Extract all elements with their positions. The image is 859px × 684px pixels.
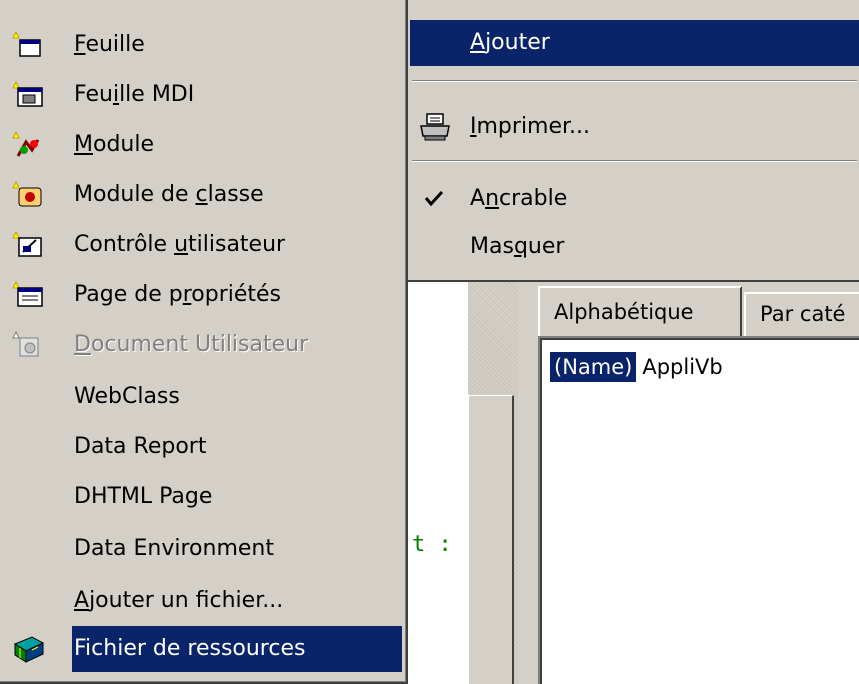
submenu-label: Data Report	[74, 434, 207, 459]
tab-par-categorie[interactable]: Par caté	[744, 292, 859, 336]
property-grid[interactable]	[538, 336, 859, 684]
menu-mnemonic: A	[470, 30, 486, 55]
vertical-scrollbar[interactable]	[468, 395, 514, 684]
submenu-item-data-report[interactable]: Data Report	[8, 424, 402, 470]
menu-item-masquer[interactable]: Masquer	[410, 224, 859, 270]
submenu-item-page-de-proprietes[interactable]: Page de propriétés	[8, 272, 402, 318]
submenu-label-post: odule	[92, 132, 154, 157]
submenu-label-pre: Feu	[74, 82, 113, 107]
submenu-label-post: lasse	[207, 182, 264, 207]
submenu-label-post: ocument Utilisateur	[90, 332, 309, 357]
submenu-label-pre: Page de p	[74, 282, 183, 307]
property-name: (Name)	[550, 352, 637, 382]
submenu-item-document-utilisateur: Document Utilisateur	[8, 322, 402, 368]
user-control-icon	[12, 230, 42, 257]
submenu-mnemonic: c	[195, 182, 208, 207]
menu-label-post: jouter	[485, 30, 550, 55]
class-module-icon	[12, 180, 42, 207]
submenu-label: Data Environment	[74, 536, 274, 561]
property-page-icon	[12, 280, 43, 307]
menu-mnemonic: n	[485, 186, 500, 211]
menu-label-post: uer	[527, 234, 565, 259]
submenu-label: WebClass	[74, 384, 180, 409]
property-row-name[interactable]: (Name) AppliVb	[550, 352, 729, 382]
form-icon	[12, 30, 41, 57]
tab-par-categorie-label: Par caté	[760, 302, 846, 326]
submenu-label: Fichier de ressources	[74, 636, 306, 661]
menu-label-pre: A	[470, 186, 486, 211]
submenu-item-dhtml-page[interactable]: DHTML Page	[8, 474, 402, 520]
submenu-label-post: euille	[85, 32, 145, 57]
tab-alphabetique[interactable]: Alphabétique	[538, 286, 742, 336]
submenu-mnemonic: D	[74, 332, 91, 357]
submenu-label-pre: Contrôle	[74, 232, 175, 257]
code-editor[interactable]	[408, 282, 468, 684]
submenu-item-ajouter-un-fichier[interactable]: Ajouter un fichier...	[8, 578, 402, 624]
menu-label-pre: Mas	[470, 234, 514, 259]
submenu-item-data-environment[interactable]: Data Environment	[8, 526, 402, 572]
tab-alphabetique-label: Alphabétique	[554, 300, 694, 324]
submenu-item-module-de-classe[interactable]: Module de classe	[8, 172, 402, 218]
printer-icon	[420, 113, 450, 141]
submenu-item-fichier-de-ressources[interactable]: Fichier de ressources	[8, 626, 402, 672]
user-document-icon	[12, 330, 39, 357]
submenu-label: DHTML Page	[74, 484, 213, 509]
menu-item-imprimer[interactable]: Imprimer...	[410, 104, 859, 150]
resource-file-icon	[13, 636, 45, 663]
submenu-mnemonic: M	[74, 132, 93, 157]
submenu-mnemonic: r	[182, 282, 192, 307]
submenu-mnemonic: u	[174, 232, 189, 257]
menu-label-post: mprimer...	[476, 114, 591, 139]
menu-item-ancrable[interactable]: Ancrable	[410, 176, 859, 222]
mdi-form-icon	[12, 80, 43, 107]
submenu-label-pre: Module de	[74, 182, 196, 207]
menu-mnemonic: q	[513, 234, 528, 259]
submenu-mnemonic: A	[74, 588, 90, 613]
submenu-label-post: opriétés	[191, 282, 282, 307]
menu-separator	[412, 80, 857, 82]
submenu-label-post: tilisateur	[188, 232, 286, 257]
submenu-item-module[interactable]: Module	[8, 122, 402, 168]
submenu-item-feuille[interactable]: Feuille	[8, 22, 402, 68]
submenu-label-post: lle MDI	[119, 82, 195, 107]
submenu-mnemonic: F	[74, 32, 86, 57]
property-value[interactable]: AppliVb	[636, 352, 728, 382]
code-fragment: t :	[412, 532, 452, 557]
menu-separator	[412, 160, 857, 162]
submenu-item-feuille-mdi[interactable]: Feuille MDI	[8, 72, 402, 118]
context-menu: Ajouter Imprimer... Ancrable Masquer	[408, 0, 859, 282]
submenu-label-post: jouter un fichier...	[89, 588, 284, 613]
menu-label-post: crable	[499, 186, 568, 211]
menu-item-ajouter[interactable]: Ajouter	[410, 20, 859, 66]
add-submenu: Feuille Feuille MDI Module Module de cla…	[0, 0, 408, 684]
module-icon	[12, 130, 40, 157]
checkmark-icon	[424, 190, 444, 207]
submenu-item-webclass[interactable]: WebClass	[8, 374, 402, 420]
submenu-item-controle-utilisateur[interactable]: Contrôle utilisateur	[8, 222, 402, 268]
